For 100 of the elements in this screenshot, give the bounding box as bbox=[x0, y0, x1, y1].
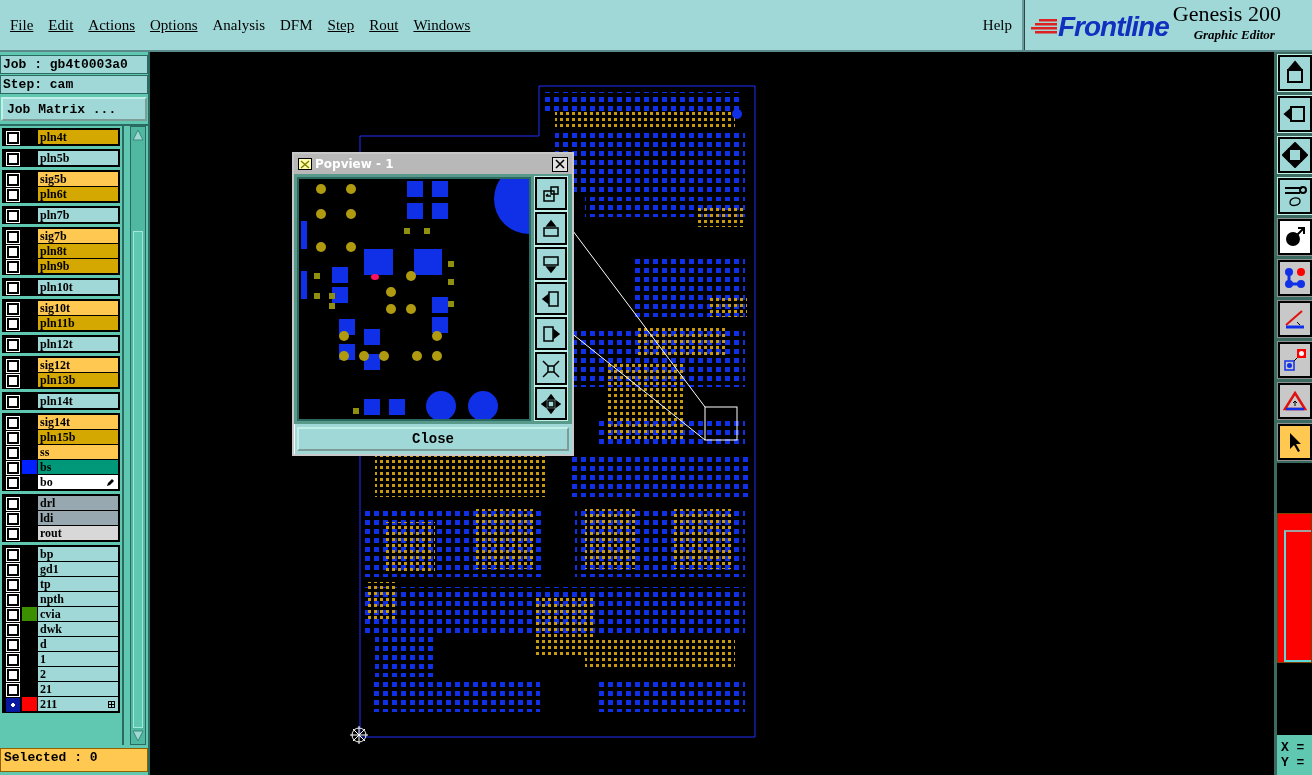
layer-item[interactable]: pln13b bbox=[38, 373, 118, 387]
layer-item[interactable]: pln7b bbox=[38, 208, 118, 222]
view-tool-button[interactable] bbox=[535, 247, 567, 280]
close-button[interactable]: Close bbox=[297, 427, 569, 451]
layer-item[interactable]: dwk bbox=[38, 622, 118, 636]
layer-checkbox[interactable] bbox=[7, 579, 19, 591]
layer-item[interactable]: bp bbox=[38, 547, 118, 561]
toolbar-button[interactable] bbox=[1278, 342, 1312, 378]
menu-item[interactable]: Options bbox=[144, 14, 204, 36]
view-tool-button[interactable] bbox=[535, 177, 567, 210]
layer-checkbox[interactable] bbox=[7, 699, 19, 711]
layer-checkbox[interactable] bbox=[7, 303, 19, 315]
layer-checkbox[interactable] bbox=[7, 594, 19, 606]
toolbar-button[interactable] bbox=[1278, 137, 1312, 173]
toolbar-button[interactable] bbox=[1278, 260, 1312, 296]
layer-checkbox[interactable] bbox=[7, 339, 19, 351]
layer-checkbox[interactable] bbox=[7, 669, 19, 681]
toolbar-button[interactable] bbox=[1278, 424, 1312, 460]
layer-item[interactable]: cvia bbox=[38, 607, 118, 621]
scroll-thumb[interactable] bbox=[133, 231, 143, 728]
layer-item[interactable]: pln15b bbox=[38, 430, 118, 444]
menu-item[interactable]: Actions bbox=[82, 14, 141, 36]
menu-item[interactable]: File bbox=[4, 14, 40, 36]
layer-item[interactable]: d bbox=[38, 637, 118, 651]
layer-checkbox[interactable] bbox=[7, 477, 19, 489]
layer-item[interactable]: sig12t bbox=[38, 358, 118, 372]
view-tool-button[interactable] bbox=[535, 212, 567, 245]
layer-checkbox[interactable] bbox=[7, 318, 19, 330]
layer-item[interactable]: bs bbox=[38, 460, 118, 474]
layer-checkbox[interactable] bbox=[7, 132, 19, 144]
layer-checkbox[interactable] bbox=[7, 564, 19, 576]
menu-item[interactable]: Step bbox=[321, 14, 361, 36]
layer-item[interactable]: pln9b bbox=[38, 259, 118, 273]
layer-checkbox[interactable] bbox=[7, 189, 19, 201]
job-matrix-button[interactable]: Job Matrix ... bbox=[1, 97, 147, 121]
layer-checkbox[interactable] bbox=[7, 396, 19, 408]
layer-item[interactable]: sig10t bbox=[38, 301, 118, 315]
help-menu[interactable]: Help bbox=[976, 14, 1018, 36]
layer-checkbox[interactable] bbox=[7, 432, 19, 444]
layer-checkbox[interactable] bbox=[7, 528, 19, 540]
layer-checkbox[interactable] bbox=[7, 153, 19, 165]
layer-item[interactable]: tp bbox=[38, 577, 118, 591]
layer-checkbox[interactable] bbox=[7, 462, 19, 474]
layer-checkbox[interactable] bbox=[7, 684, 19, 696]
view-tool-button[interactable] bbox=[535, 317, 567, 350]
layer-item[interactable]: npth bbox=[38, 592, 118, 606]
layer-checkbox[interactable] bbox=[7, 231, 19, 243]
layer-item[interactable]: pln6t bbox=[38, 187, 118, 201]
toolbar-button[interactable] bbox=[1278, 383, 1312, 419]
menu-item[interactable]: Windows bbox=[407, 14, 477, 36]
toolbar-button[interactable] bbox=[1278, 178, 1312, 214]
layer-item[interactable]: pln10t bbox=[38, 280, 118, 294]
layer-checkbox[interactable] bbox=[7, 549, 19, 561]
layer-item[interactable]: ss bbox=[38, 445, 118, 459]
layer-checkbox[interactable] bbox=[7, 654, 19, 666]
layer-item[interactable]: sig7b bbox=[38, 229, 118, 243]
menu-item[interactable]: Rout bbox=[363, 14, 405, 36]
layer-checkbox[interactable] bbox=[7, 609, 19, 621]
layer-item[interactable]: 211 bbox=[38, 697, 118, 711]
view-tool-button[interactable] bbox=[535, 387, 567, 420]
layer-checkbox[interactable] bbox=[7, 174, 19, 186]
menu-item[interactable]: Edit bbox=[42, 14, 80, 36]
menu-item[interactable]: Analysis bbox=[206, 14, 272, 36]
layer-item[interactable]: pln4t bbox=[38, 130, 118, 144]
layer-item[interactable]: gd1 bbox=[38, 562, 118, 576]
layer-checkbox[interactable] bbox=[7, 246, 19, 258]
menu-item[interactable]: DFM bbox=[274, 14, 319, 36]
layer-item[interactable]: pln5b bbox=[38, 151, 118, 165]
layer-item[interactable]: bo bbox=[38, 475, 118, 489]
layer-item[interactable]: drl bbox=[38, 496, 118, 510]
layer-item[interactable]: pln11b bbox=[38, 316, 118, 330]
close-icon[interactable] bbox=[552, 156, 568, 172]
layer-item[interactable]: rout bbox=[38, 526, 118, 540]
layer-checkbox[interactable] bbox=[7, 261, 19, 273]
layer-item[interactable]: ldi bbox=[38, 511, 118, 525]
layer-item[interactable]: 1 bbox=[38, 652, 118, 666]
layer-checkbox[interactable] bbox=[7, 417, 19, 429]
layer-checkbox[interactable] bbox=[7, 498, 19, 510]
layer-item[interactable]: 21 bbox=[38, 682, 118, 696]
layer-checkbox[interactable] bbox=[7, 513, 19, 525]
layer-checkbox[interactable] bbox=[7, 624, 19, 636]
layer-item[interactable]: sig14t bbox=[38, 415, 118, 429]
layer-checkbox[interactable] bbox=[7, 639, 19, 651]
layer-item[interactable]: pln8t bbox=[38, 244, 118, 258]
scrollbar[interactable] bbox=[130, 126, 146, 745]
layer-checkbox[interactable] bbox=[7, 210, 19, 222]
layer-item[interactable]: pln12t bbox=[38, 337, 118, 351]
view-tool-button[interactable] bbox=[535, 352, 567, 385]
layer-item[interactable]: pln14t bbox=[38, 394, 118, 408]
toolbar-button[interactable] bbox=[1278, 96, 1312, 132]
layer-checkbox[interactable] bbox=[7, 375, 19, 387]
layer-checkbox[interactable] bbox=[7, 360, 19, 372]
toolbar-button[interactable] bbox=[1278, 219, 1312, 255]
layer-checkbox[interactable] bbox=[7, 282, 19, 294]
layer-item[interactable]: sig5b bbox=[38, 172, 118, 186]
overview-map[interactable] bbox=[1277, 513, 1312, 663]
toolbar-button[interactable] bbox=[1278, 301, 1312, 337]
layer-checkbox[interactable] bbox=[7, 447, 19, 459]
view-tool-button[interactable] bbox=[535, 282, 567, 315]
layer-item[interactable]: 2 bbox=[38, 667, 118, 681]
